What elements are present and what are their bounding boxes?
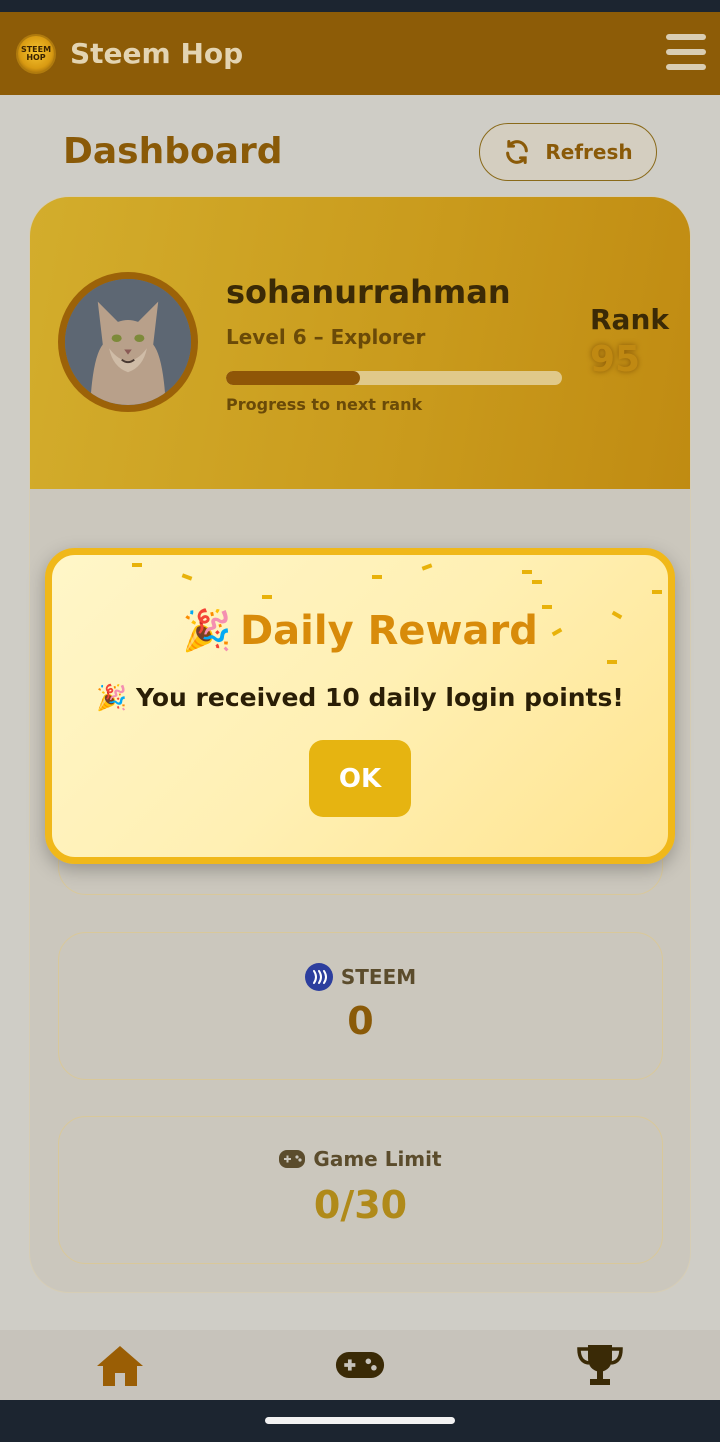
stat-label-row: STEEM xyxy=(59,963,662,991)
logo-text: STEEM HOP xyxy=(20,44,52,62)
steem-balance-value: 0 xyxy=(347,999,374,1043)
game-limit-value: 0/30 xyxy=(313,1183,408,1227)
modal-message: You received 10 daily login points! xyxy=(136,683,624,712)
cat-avatar-image xyxy=(65,279,191,405)
modal-title-row: 🎉 Daily Reward xyxy=(52,607,668,655)
level-text: Level 6 – Explorer xyxy=(226,325,426,349)
modal-title: Daily Reward xyxy=(239,607,538,654)
home-icon xyxy=(97,1346,143,1386)
nav-games[interactable] xyxy=(330,1340,390,1390)
rank-progress-bar xyxy=(226,371,562,385)
stat-label: Game Limit xyxy=(313,1147,442,1171)
steem-icon xyxy=(304,963,333,991)
rank-label: Rank xyxy=(590,303,670,336)
daily-reward-modal: 🎉 Daily Reward 🎉 You received 10 daily l… xyxy=(45,548,675,864)
gamepad-icon xyxy=(335,1352,385,1378)
username: sohanurrahman xyxy=(226,273,511,311)
refresh-button[interactable]: Refresh xyxy=(479,123,657,181)
bottom-nav xyxy=(0,1330,720,1400)
avatar[interactable] xyxy=(58,272,198,412)
stat-label: STEEM xyxy=(340,965,417,989)
modal-message-row: 🎉 You received 10 daily login points! xyxy=(52,683,668,713)
rank-progress-fill xyxy=(226,371,361,385)
trophy-icon xyxy=(577,1345,623,1385)
home-gesture-handle[interactable] xyxy=(265,1417,455,1424)
profile-panel: sohanurrahman Level 6 – Explorer Progres… xyxy=(30,197,690,489)
nav-leaderboard[interactable] xyxy=(570,1340,630,1390)
refresh-label: Refresh xyxy=(545,140,633,164)
stat-label-row: Game Limit xyxy=(59,1147,662,1171)
party-popper-icon: 🎉 xyxy=(182,608,232,654)
gamepad-icon xyxy=(279,1150,306,1168)
app-logo[interactable]: STEEM HOP xyxy=(16,33,56,74)
status-bar xyxy=(0,0,720,12)
system-gesture-bar xyxy=(0,1400,720,1442)
refresh-icon xyxy=(506,139,529,165)
app-header: STEEM HOP Steem Hop xyxy=(0,12,720,95)
page-title: Dashboard xyxy=(63,131,283,172)
nav-home[interactable] xyxy=(90,1340,150,1390)
ok-button[interactable]: OK xyxy=(309,740,411,817)
rank-value: 95 xyxy=(590,339,641,380)
hamburger-menu-icon[interactable] xyxy=(666,34,706,70)
app-title: Steem Hop xyxy=(70,37,244,70)
stat-card-game-limit: Game Limit 0/30 xyxy=(58,1116,663,1264)
party-popper-icon: 🎉 xyxy=(96,683,128,712)
progress-label: Progress to next rank xyxy=(226,395,423,414)
stat-card-steem: STEEM 0 xyxy=(58,932,663,1080)
